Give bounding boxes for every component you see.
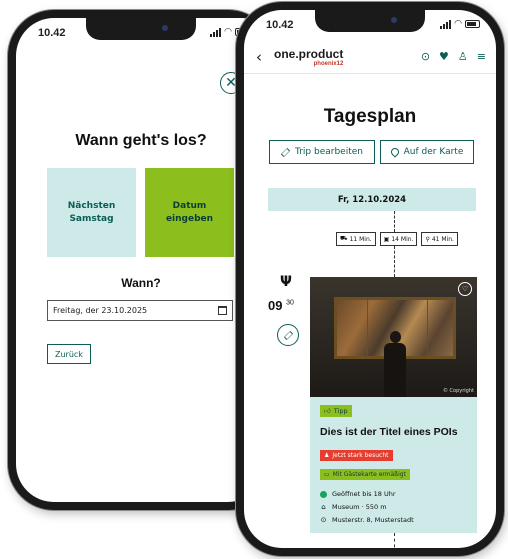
open-status-icon xyxy=(320,490,327,498)
left-phone-screen: 10.42 ◠ ✕ Wann geht's los? Nächsten Sams… xyxy=(16,18,266,502)
option-next-saturday[interactable]: Nächsten Samstag xyxy=(47,168,136,257)
back-button[interactable]: Zurück xyxy=(47,344,91,364)
option-label: Samstag xyxy=(69,213,114,224)
transport-walk[interactable]: ⚲ 41 Min. xyxy=(421,232,458,246)
wifi-icon: ◠ xyxy=(454,19,462,29)
car-icon: ⛟ xyxy=(340,235,348,242)
calendar-icon[interactable] xyxy=(218,306,227,315)
brand-sub: phoenix12 xyxy=(313,61,344,67)
status-time: 10.42 xyxy=(266,19,294,31)
transport-time: 41 Min. xyxy=(431,235,454,243)
opening-hours: Geöffnet bis 18 Uhr xyxy=(320,490,396,498)
when-label: Wann? xyxy=(121,276,161,290)
option-label: Datum xyxy=(172,200,207,211)
tip-label: Tipp xyxy=(333,407,348,415)
image-copyright: © Copyright xyxy=(442,388,474,394)
timeline-connector xyxy=(394,211,395,232)
card-icon: ▭ xyxy=(324,471,330,478)
edit-stop-button[interactable] xyxy=(277,324,299,346)
app-header: ‹ one.product phoenix12 ⊙ ♥ ♙ ≡ xyxy=(244,44,496,74)
option-enter-date[interactable]: Datum eingeben xyxy=(145,168,234,257)
favorite-heart-icon[interactable]: ♡ xyxy=(458,282,472,296)
opening-text: Geöffnet bis 18 Uhr xyxy=(332,490,396,498)
brand-logo[interactable]: one.product phoenix12 xyxy=(274,48,343,67)
poi-image[interactable]: ♡ © Copyright xyxy=(310,277,477,397)
tip-badge: 👍︎ Tipp xyxy=(320,405,352,417)
time-hour: 09 xyxy=(268,298,283,313)
option-label: eingeben xyxy=(165,213,214,224)
location-pin-icon: ⊙ xyxy=(320,516,327,524)
guest-card-badge: ▭ Mit Gästekarte ermäßigt xyxy=(320,469,410,480)
date-field[interactable]: Freitag, der 23.10.2025 xyxy=(47,300,233,321)
transport-bus[interactable]: ▣ 14 Min. xyxy=(379,232,418,246)
walk-icon: ⚲ xyxy=(425,235,430,243)
category-distance: ⌂ Museum · 550 m xyxy=(320,503,387,511)
crowd-icon: ♟ xyxy=(324,452,330,459)
right-phone-screen: 10.42 ◠ ‹ one.product phoenix12 ⊙ ♥ ♙ ≡ … xyxy=(244,10,496,548)
timeline-connector xyxy=(394,246,395,277)
address-text: Musterstr. 8, Musterstadt xyxy=(332,516,414,524)
transport-car[interactable]: ⛟ 11 Min. xyxy=(336,232,376,246)
user-icon[interactable]: ♙ xyxy=(458,50,468,63)
date-field-value: Freitag, der 23.10.2025 xyxy=(53,306,148,315)
poi-card[interactable]: 👍︎ Tipp Dies ist der Titel eines POIs ♟ … xyxy=(310,397,477,533)
timeline-time: 09 30 xyxy=(268,298,294,313)
notch xyxy=(315,10,425,32)
timeline-connector xyxy=(394,533,395,548)
transport-time: 14 Min. xyxy=(391,235,414,243)
page-title: Tagesplan xyxy=(323,106,417,127)
status-time: 10.42 xyxy=(38,27,66,39)
edit-trip-button[interactable]: Trip bearbeiten xyxy=(269,140,375,164)
favorites-heart-icon[interactable]: ♥ xyxy=(439,50,449,63)
on-map-button[interactable]: Auf der Karte xyxy=(380,140,474,164)
menu-icon[interactable]: ≡ xyxy=(477,50,486,63)
time-minute: 30 xyxy=(286,299,294,307)
bus-icon: ▣ xyxy=(383,235,390,243)
poi-title: Dies ist der Titel eines POIs xyxy=(320,426,458,438)
right-phone: 10.42 ◠ ‹ one.product phoenix12 ⊙ ♥ ♙ ≡ … xyxy=(236,2,504,556)
question-title: Wann geht's los? xyxy=(75,132,207,149)
signal-icon xyxy=(210,27,222,37)
busy-label: Jetzt stark besucht xyxy=(332,452,389,459)
guest-card-label: Mit Gästekarte ermäßigt xyxy=(332,471,406,478)
category-text: Museum · 550 m xyxy=(332,503,387,511)
map-pin-icon xyxy=(388,146,401,158)
notch xyxy=(86,18,196,40)
visitor-silhouette xyxy=(384,331,406,397)
date-bar: Fr, 12.10.2024 xyxy=(268,188,476,211)
battery-icon xyxy=(465,20,480,28)
on-map-label: Auf der Karte xyxy=(403,147,464,157)
wifi-icon: ◠ xyxy=(224,27,232,37)
back-chevron-icon[interactable]: ‹ xyxy=(256,48,262,66)
edit-trip-label: Trip bearbeiten xyxy=(295,147,363,157)
transport-time: 11 Min. xyxy=(349,235,372,243)
address: ⊙ Musterstr. 8, Musterstadt xyxy=(320,516,414,524)
location-icon[interactable]: ⊙ xyxy=(421,50,430,63)
museum-icon: ⌂ xyxy=(321,503,326,511)
brand-name: one.product xyxy=(274,47,344,61)
left-phone: 10.42 ◠ ✕ Wann geht's los? Nächsten Sams… xyxy=(8,10,274,510)
signal-icon xyxy=(440,19,452,29)
transport-options: ⛟ 11 Min. ▣ 14 Min. ⚲ 41 Min. xyxy=(336,232,458,246)
restaurant-icon: Ψ xyxy=(280,274,292,290)
option-label: Nächsten xyxy=(67,200,116,211)
status-icons: ◠ xyxy=(440,19,480,29)
busy-badge: ♟ Jetzt stark besucht xyxy=(320,450,393,461)
header-actions: ⊙ ♥ ♙ ≡ xyxy=(421,50,486,63)
pencil-icon xyxy=(283,330,293,340)
pencil-icon xyxy=(280,147,291,157)
thumbs-up-icon: 👍︎ xyxy=(324,407,331,415)
